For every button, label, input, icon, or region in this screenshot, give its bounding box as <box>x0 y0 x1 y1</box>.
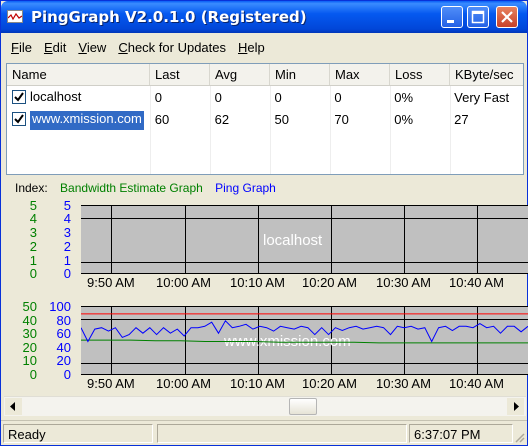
arrow-right-icon <box>514 402 519 411</box>
time-label: 10:20 AM <box>302 275 357 290</box>
title-bar[interactable]: PingGraph V2.0.1.0 (Registered) <box>1 1 527 33</box>
menu-file[interactable]: File <box>5 38 38 58</box>
host-list[interactable]: Name Last Avg Min Max Loss KByte/sec loc… <box>6 63 524 175</box>
arrow-left-icon <box>10 402 15 411</box>
checkmark-icon <box>14 114 24 124</box>
list-row-selected[interactable]: www.xmission.com 60 62 50 70 0% 27 <box>7 108 523 130</box>
column-header-loss[interactable]: Loss <box>390 64 450 85</box>
cell-kbyte-sec: Very Fast <box>454 90 510 105</box>
column-header-name[interactable]: Name <box>7 64 150 85</box>
list-row[interactable]: localhost 0 0 0 0 0% Very Fast <box>7 86 523 108</box>
cell-max: 0 <box>334 90 342 105</box>
host-checkbox[interactable] <box>12 112 26 126</box>
bw-tick: 10 <box>22 353 37 368</box>
maximize-button[interactable] <box>467 6 489 28</box>
ping-tick: 0 <box>63 367 71 382</box>
status-time: 6:37:07 PM <box>409 424 513 443</box>
menu-bar: File Edit View Check for Updates Help <box>5 38 271 58</box>
bandwidth-series-line <box>81 339 528 344</box>
index-ping-link[interactable]: Ping Graph <box>215 181 276 195</box>
cell-loss: 0% <box>394 112 414 127</box>
scroll-right-button[interactable] <box>507 398 524 415</box>
maximize-icon <box>471 10 485 24</box>
time-label: 10:00 AM <box>156 376 211 391</box>
minimize-icon <box>447 20 454 23</box>
ping-tick: 4 <box>63 211 71 226</box>
menu-help[interactable]: Help <box>232 38 271 58</box>
host-checkbox[interactable] <box>12 90 26 104</box>
bw-tick: 0 <box>29 266 37 281</box>
scroll-thumb[interactable] <box>289 398 317 415</box>
index-label: Index: <box>15 181 48 195</box>
bw-tick: 4 <box>29 211 37 226</box>
column-header-last[interactable]: Last <box>150 64 210 85</box>
localhost-graph[interactable]: localhost <box>81 205 528 274</box>
pinggraph-window: PingGraph V2.0.1.0 (Registered) File Edi… <box>0 0 528 446</box>
ping-series-line <box>81 319 528 343</box>
bw-tick: 30 <box>22 326 37 341</box>
ping-tick: 2 <box>63 239 71 254</box>
close-button[interactable] <box>496 6 518 28</box>
graph-watermark: localhost <box>263 232 323 249</box>
time-label: 10:00 AM <box>156 275 211 290</box>
column-header-max[interactable]: Max <box>330 64 390 85</box>
cell-max: 70 <box>334 112 349 127</box>
xmission-plot <box>81 313 528 344</box>
value-gridline <box>81 218 528 219</box>
cell-min: 0 <box>274 90 282 105</box>
graph-index: Index: Bandwidth Estimate Graph Ping Gra… <box>15 181 285 195</box>
ping-tick: 100 <box>49 299 71 314</box>
pinggraph-app-icon[interactable] <box>7 10 23 23</box>
cell-avg: 0 <box>214 90 222 105</box>
bw-tick: 50 <box>22 299 37 314</box>
time-label: 10:10 AM <box>230 275 285 290</box>
time-label: 9:50 AM <box>87 275 135 290</box>
index-bandwidth-link[interactable]: Bandwidth Estimate Graph <box>60 181 203 195</box>
resize-grip-icon[interactable] <box>513 431 525 443</box>
status-bar: Ready 6:37:07 PM <box>1 420 527 445</box>
checkmark-icon <box>14 92 24 102</box>
ping-tick: 0 <box>63 266 71 281</box>
bw-tick: 2 <box>29 239 37 254</box>
xmission-graph[interactable]: www.xmission.com <box>81 306 528 375</box>
time-label: 10:10 AM <box>230 376 285 391</box>
time-label: 10:40 AM <box>449 376 504 391</box>
cell-kbyte-sec: 27 <box>454 112 469 127</box>
close-icon <box>501 11 513 23</box>
host-name: localhost <box>30 89 82 104</box>
time-label: 10:30 AM <box>376 376 431 391</box>
scroll-left-button[interactable] <box>5 398 22 415</box>
column-header-avg[interactable]: Avg <box>210 64 270 85</box>
bw-tick: 0 <box>29 367 37 382</box>
status-text: Ready <box>3 424 153 443</box>
column-header-kbyte-sec[interactable]: KByte/sec <box>450 64 523 85</box>
cell-min: 50 <box>274 112 289 127</box>
cell-last: 60 <box>154 112 170 127</box>
cell-loss: 0% <box>394 90 414 105</box>
cell-avg: 62 <box>214 112 230 127</box>
menu-view[interactable]: View <box>72 38 112 58</box>
menu-check-for-updates[interactable]: Check for Updates <box>112 38 232 58</box>
time-label: 9:50 AM <box>87 376 135 391</box>
ping-tick: 3 <box>63 225 71 240</box>
bw-tick: 3 <box>29 225 37 240</box>
minimize-button[interactable] <box>441 6 463 28</box>
host-name: www.xmission.com <box>30 111 144 130</box>
horizontal-scrollbar[interactable] <box>4 396 526 416</box>
time-label: 10:30 AM <box>376 275 431 290</box>
ping-tick: 20 <box>56 353 71 368</box>
cell-last: 0 <box>154 90 162 105</box>
list-header: Name Last Avg Min Max Loss KByte/sec <box>7 64 523 86</box>
menu-edit[interactable]: Edit <box>38 38 72 58</box>
time-label: 10:40 AM <box>449 275 504 290</box>
ping-tick: 60 <box>56 326 71 341</box>
time-label: 10:20 AM <box>302 376 357 391</box>
column-header-min[interactable]: Min <box>270 64 330 85</box>
status-pane-empty <box>157 424 407 443</box>
value-gridline <box>81 262 528 263</box>
window-title: PingGraph V2.0.1.0 (Registered) <box>31 8 307 26</box>
